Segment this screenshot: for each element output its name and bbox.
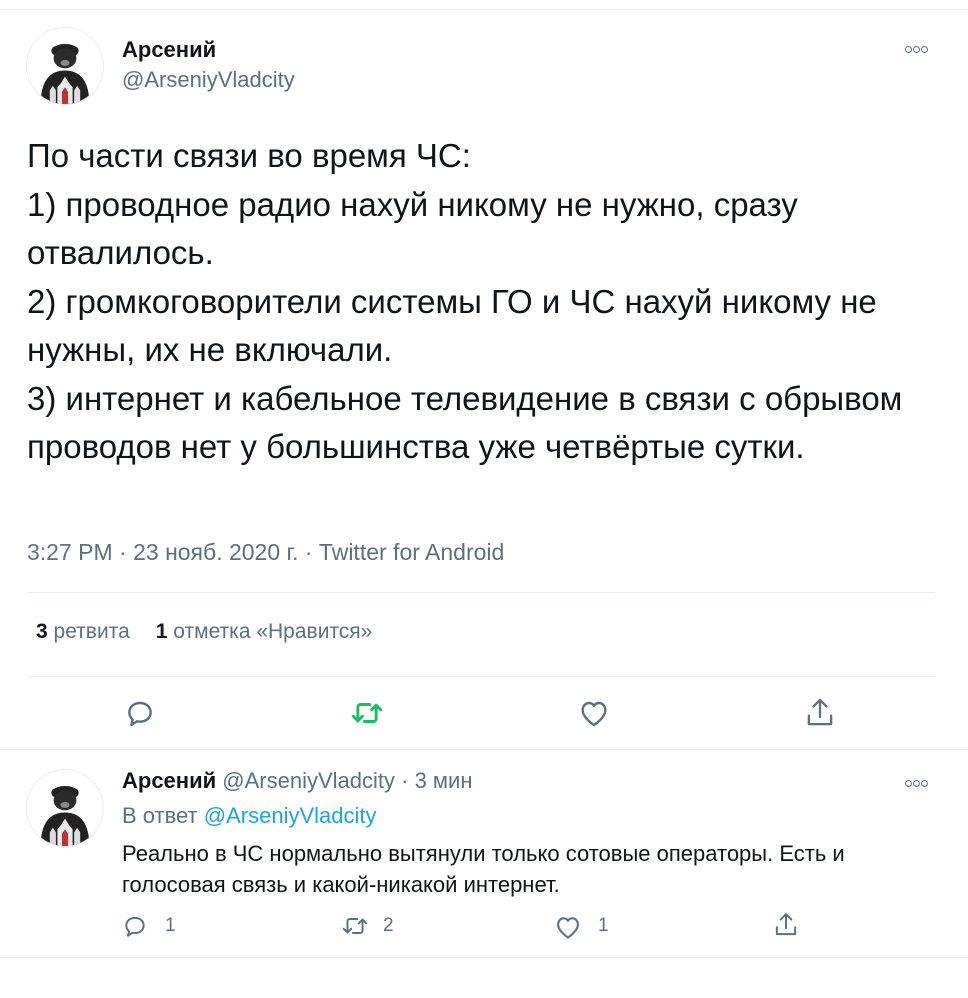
- more-icon[interactable]: [905, 40, 929, 56]
- tweet-text: По части связи во время ЧС: 1) проводное…: [27, 137, 903, 465]
- like-stat[interactable]: 1 отметка «Нравится»: [156, 620, 373, 643]
- avatar[interactable]: [26, 27, 104, 105]
- avatar[interactable]: [26, 769, 104, 847]
- divider: [27, 676, 935, 677]
- more-icon[interactable]: [905, 774, 929, 790]
- retweet-stat[interactable]: 3 ретвита: [36, 620, 130, 643]
- author-handle[interactable]: @ArseniyVladcity: [122, 67, 295, 93]
- like-label: отметка «Нравится»: [173, 620, 373, 643]
- author-handle[interactable]: @ArseniyVladcity: [222, 768, 395, 793]
- reply-icon[interactable]: [122, 913, 148, 939]
- like-icon[interactable]: [578, 698, 610, 728]
- like-icon[interactable]: [554, 914, 582, 940]
- retweet-icon[interactable]: [350, 697, 384, 729]
- divider: [0, 957, 968, 958]
- author-name[interactable]: Арсений: [122, 768, 216, 793]
- retweet-label: ретвита: [53, 620, 130, 643]
- like-count: 1: [598, 915, 609, 936]
- reply-count: 1: [165, 915, 176, 936]
- reply-text: Реально в ЧС нормально вытянули только с…: [122, 841, 845, 897]
- top-divider: [0, 9, 968, 10]
- reply-prefix: В ответ: [122, 803, 198, 828]
- author-name[interactable]: Арсений: [122, 37, 216, 63]
- reply-icon[interactable]: [124, 697, 156, 729]
- engagement-stats: 3 ретвита 1 отметка «Нравится»: [36, 620, 372, 644]
- share-icon[interactable]: [773, 911, 799, 939]
- retweet-icon[interactable]: [341, 913, 369, 939]
- timestamp[interactable]: · 3 мин: [401, 768, 472, 793]
- share-icon[interactable]: [804, 696, 836, 730]
- like-count: 1: [155, 620, 168, 643]
- divider: [27, 592, 935, 593]
- retweet-count: 2: [383, 915, 394, 936]
- reply-handle-link[interactable]: @ArseniyVladcity: [204, 803, 377, 828]
- reply-header: Арсений @ArseniyVladcity · 3 мин: [122, 768, 472, 794]
- bear-avatar-icon: [27, 770, 103, 846]
- bear-avatar-icon: [27, 28, 103, 104]
- divider: [0, 749, 968, 750]
- retweet-count: 3: [36, 620, 48, 643]
- tweet-meta: 3:27 PM · 23 нояб. 2020 г. · Twitter for…: [27, 539, 505, 565]
- reply-context: В ответ @ArseniyVladcity: [122, 803, 377, 829]
